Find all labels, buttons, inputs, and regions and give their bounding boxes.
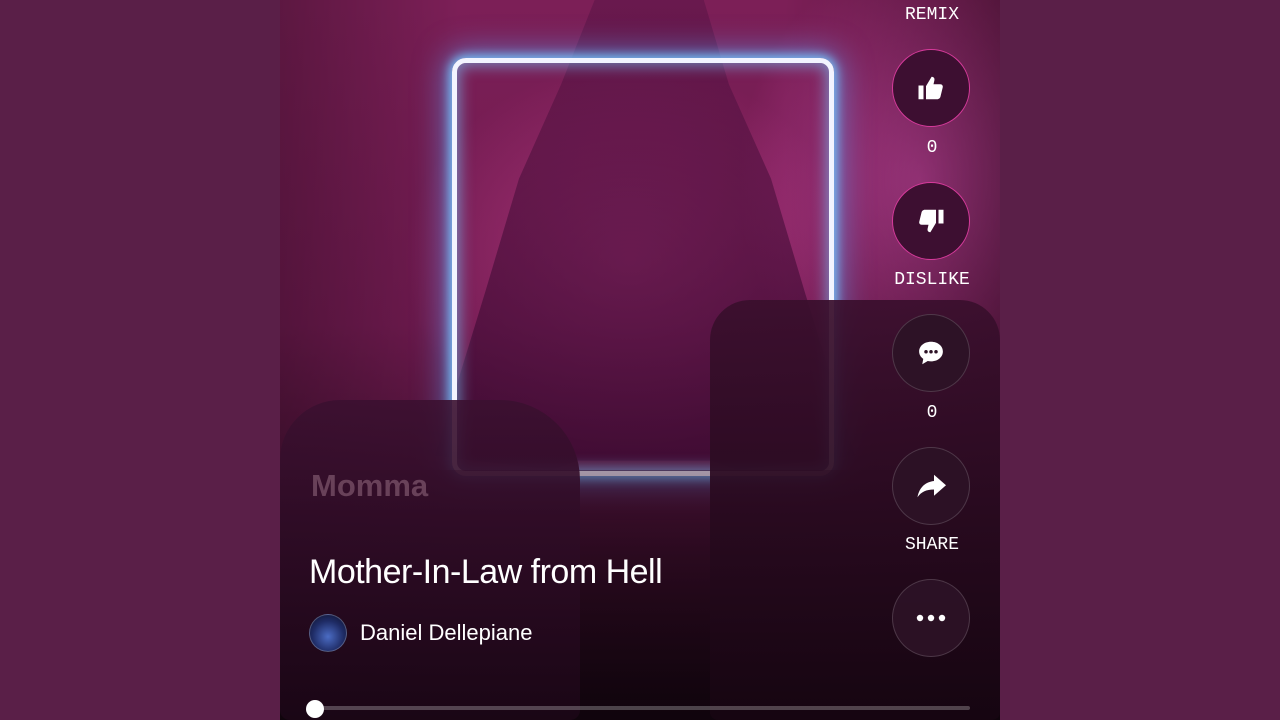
- remix-button[interactable]: REMIX: [882, 5, 982, 25]
- share-button[interactable]: [892, 447, 970, 525]
- like-count: 0: [926, 138, 938, 158]
- like-button[interactable]: [892, 49, 970, 127]
- more-dots-icon: [916, 614, 946, 622]
- progress-thumb[interactable]: [306, 700, 324, 718]
- more-options-button[interactable]: [892, 579, 970, 657]
- share-label: SHARE: [904, 535, 959, 555]
- video-watermark: Momma: [311, 468, 429, 503]
- thumbs-down-icon: [919, 209, 944, 233]
- action-rail: REMIX 0 DISLIKE 0 SHARE: [892, 0, 972, 720]
- comment-icon: [919, 341, 943, 365]
- thumbs-up-icon: [918, 76, 943, 100]
- author-row[interactable]: Daniel Dellepiane: [309, 614, 532, 652]
- share-arrow-icon: [917, 474, 946, 498]
- comment-count: 0: [926, 403, 938, 423]
- dislike-label: DISLIKE: [894, 270, 970, 290]
- author-avatar[interactable]: [309, 614, 347, 652]
- dislike-button[interactable]: [892, 182, 970, 260]
- progress-bar[interactable]: [306, 700, 970, 718]
- progress-track[interactable]: [316, 706, 970, 710]
- video-title: Mother-In-Law from Hell: [309, 553, 663, 591]
- comment-button[interactable]: [892, 314, 970, 392]
- author-name[interactable]: Daniel Dellepiane: [360, 620, 532, 646]
